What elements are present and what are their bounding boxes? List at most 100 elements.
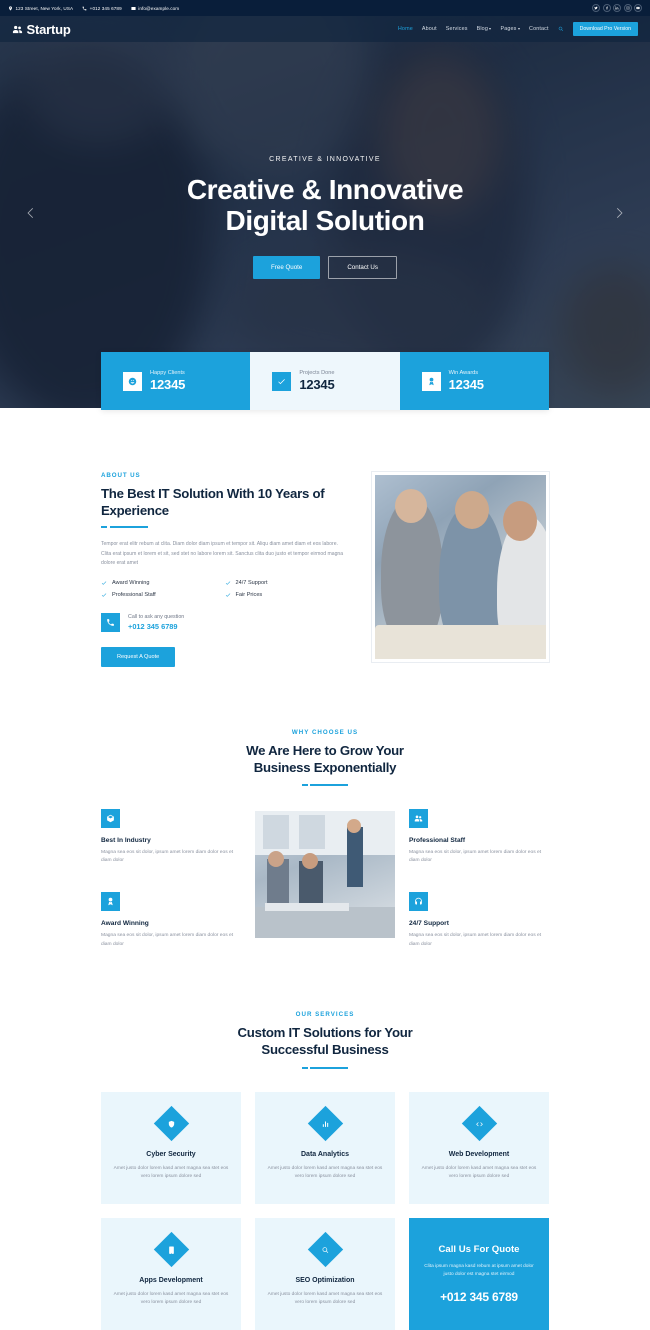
facebook-icon[interactable] bbox=[602, 4, 611, 12]
request-quote-button[interactable]: Request A Quote bbox=[101, 646, 176, 667]
headset-icon bbox=[415, 897, 422, 905]
cta-phone-number[interactable]: +012 345 6789 bbox=[440, 1290, 518, 1304]
service-title: Cyber Security bbox=[146, 1150, 196, 1158]
nav-link-contact[interactable]: Contact bbox=[529, 26, 549, 32]
feature-item: Award Winning bbox=[101, 580, 225, 586]
landing-page: 123 Street, New York, USA +012 345 6789 … bbox=[0, 0, 650, 1330]
fact-text: Projects Done 12345 bbox=[299, 370, 334, 392]
mobile-icon bbox=[168, 1245, 174, 1253]
award-icon bbox=[428, 377, 434, 385]
call-text: Call to ask any question +012 345 6789 bbox=[128, 614, 184, 631]
twitter-icon[interactable] bbox=[592, 4, 600, 12]
cta-title: Call Us For Quote bbox=[438, 1244, 520, 1255]
why-item-24-7-support: 24/7 Support Magna sea eos sit dolor, ip… bbox=[409, 892, 549, 949]
check-icon bbox=[225, 580, 230, 585]
fact-win-awards: Win Awards 12345 bbox=[399, 352, 549, 410]
hero-buttons: Free Quote Contact Us bbox=[253, 255, 397, 279]
nav-label-home: Home bbox=[397, 26, 413, 32]
why-kicker: WHY CHOOSE US bbox=[291, 728, 359, 736]
download-pro-button[interactable]: Download Pro Version bbox=[572, 22, 638, 36]
topbar-email[interactable]: info@example.com bbox=[131, 6, 180, 11]
carousel-next-button[interactable] bbox=[612, 202, 626, 229]
top-bar-contact-group: 123 Street, New York, USA +012 345 6789 … bbox=[8, 6, 179, 11]
about-image-column bbox=[372, 472, 549, 667]
why-item-title: Best In Industry bbox=[101, 836, 151, 844]
hero-title-line1: Creative & Innovative bbox=[186, 174, 464, 205]
nav-link-about[interactable]: About bbox=[422, 26, 437, 32]
why-item-text: Magna sea eos sit dolor, ipsum amet lore… bbox=[101, 849, 234, 864]
nav-label-blog: Blog bbox=[476, 26, 488, 32]
brand-logo[interactable]: Startup bbox=[12, 22, 71, 37]
free-quote-button[interactable]: Free Quote bbox=[253, 255, 321, 279]
check-icon bbox=[101, 580, 107, 585]
chart-icon bbox=[322, 1120, 328, 1126]
search-icon bbox=[558, 26, 563, 32]
nav-link-home[interactable]: Home bbox=[398, 26, 413, 32]
fact-label: Win Awards bbox=[448, 370, 479, 376]
why-item-award-winning: Award Winning Magna sea eos sit dolor, i… bbox=[101, 892, 241, 949]
service-title: SEO Optimization bbox=[295, 1276, 355, 1284]
cubes-icon bbox=[107, 814, 114, 823]
smile-icon bbox=[128, 377, 137, 385]
service-card-web-development[interactable]: Web Development Amet justo dolor lorem k… bbox=[409, 1091, 549, 1204]
instagram-icon[interactable] bbox=[623, 4, 632, 12]
chevron-down-icon bbox=[489, 28, 492, 30]
fact-happy-clients: Happy Clients 12345 bbox=[101, 352, 251, 410]
services-heading: OUR SERVICES Custom IT Solutions for You… bbox=[101, 1011, 549, 1069]
nav-label-services: Services bbox=[445, 26, 468, 32]
service-text: Amet justo dolor lorem kasd amet magna s… bbox=[267, 1291, 383, 1306]
nav-link-blog[interactable]: Blog bbox=[477, 26, 492, 32]
youtube-icon[interactable] bbox=[634, 4, 642, 12]
why-icon-wrap bbox=[101, 808, 120, 828]
feature-item: 24/7 Support bbox=[225, 580, 349, 586]
why-item-text: Magna sea eos sit dolor, ipsum amet lore… bbox=[409, 849, 542, 864]
about-title: The Best IT Solution With 10 Years of Ex… bbox=[101, 486, 325, 519]
why-icon-wrap bbox=[409, 808, 428, 828]
users-icon bbox=[414, 815, 423, 822]
contact-us-button[interactable]: Contact Us bbox=[328, 255, 397, 279]
service-icon-wrap bbox=[153, 1231, 189, 1267]
services-kicker: OUR SERVICES bbox=[295, 1011, 355, 1019]
service-title: Apps Development bbox=[139, 1276, 203, 1284]
feature-label: 24/7 Support bbox=[235, 579, 268, 586]
topbar-address-text: 123 Street, New York, USA bbox=[15, 5, 74, 11]
why-icon-wrap bbox=[101, 892, 120, 912]
service-card-call-for-quote[interactable]: Call Us For Quote Clita ipsum magna kasd… bbox=[409, 1217, 549, 1330]
carousel-prev-button[interactable] bbox=[24, 202, 38, 229]
service-text: Amet justo dolor lorem kasd amet magna s… bbox=[113, 1291, 229, 1306]
call-number[interactable]: +012 345 6789 bbox=[128, 622, 184, 631]
fact-text: Happy Clients 12345 bbox=[150, 370, 185, 392]
hero-title: Creative & Innovative Digital Solution bbox=[186, 174, 464, 237]
social-links bbox=[592, 4, 642, 12]
service-card-seo-optimization[interactable]: SEO Optimization Amet justo dolor lorem … bbox=[255, 1217, 395, 1330]
nav-link-services[interactable]: Services bbox=[446, 26, 468, 32]
nav-right-group: Home About Services Blog Pages Contact D… bbox=[398, 22, 638, 36]
why-item-professional-staff: Professional Staff Magna sea eos sit dol… bbox=[409, 808, 549, 866]
topbar-phone[interactable]: +012 345 6789 bbox=[82, 6, 122, 11]
service-card-cyber-security[interactable]: Cyber Security Amet justo dolor lorem ka… bbox=[101, 1091, 241, 1204]
nav-search-button[interactable] bbox=[558, 26, 564, 32]
why-item-title: 24/7 Support bbox=[409, 920, 449, 928]
why-item-title: Award Winning bbox=[101, 920, 149, 928]
linkedin-icon[interactable] bbox=[613, 4, 621, 12]
nav-link-pages[interactable]: Pages bbox=[500, 26, 521, 32]
service-card-data-analytics[interactable]: Data Analytics Amet justo dolor lorem ka… bbox=[255, 1091, 395, 1204]
why-image bbox=[255, 810, 395, 938]
fact-value: 12345 bbox=[299, 377, 335, 392]
location-pin-icon bbox=[9, 5, 12, 11]
why-item-best-in-industry: Best In Industry Magna sea eos sit dolor… bbox=[101, 808, 241, 866]
why-item-title: Professional Staff bbox=[409, 836, 466, 844]
hero-content: CREATIVE & INNOVATIVE Creative & Innovat… bbox=[0, 16, 650, 408]
feature-item: Professional Staff bbox=[101, 592, 225, 598]
about-text-column: ABOUT US The Best IT Solution With 10 Ye… bbox=[101, 472, 348, 667]
feature-item: Fair Prices bbox=[225, 592, 349, 598]
service-card-apps-development[interactable]: Apps Development Amet justo dolor lorem … bbox=[101, 1217, 241, 1330]
topbar-phone-text: +012 345 6789 bbox=[89, 5, 122, 11]
about-call-row: Call to ask any question +012 345 6789 bbox=[101, 612, 348, 632]
hero-title-line2: Digital Solution bbox=[225, 205, 425, 237]
fact-text: Win Awards 12345 bbox=[449, 370, 484, 392]
why-column-left: Best In Industry Magna sea eos sit dolor… bbox=[101, 808, 241, 949]
chevron-right-icon bbox=[616, 208, 623, 218]
service-text: Amet justo dolor lorem kasd amet magna s… bbox=[113, 1165, 229, 1180]
main-navbar: Startup Home About Services Blog Pages C… bbox=[0, 16, 650, 42]
